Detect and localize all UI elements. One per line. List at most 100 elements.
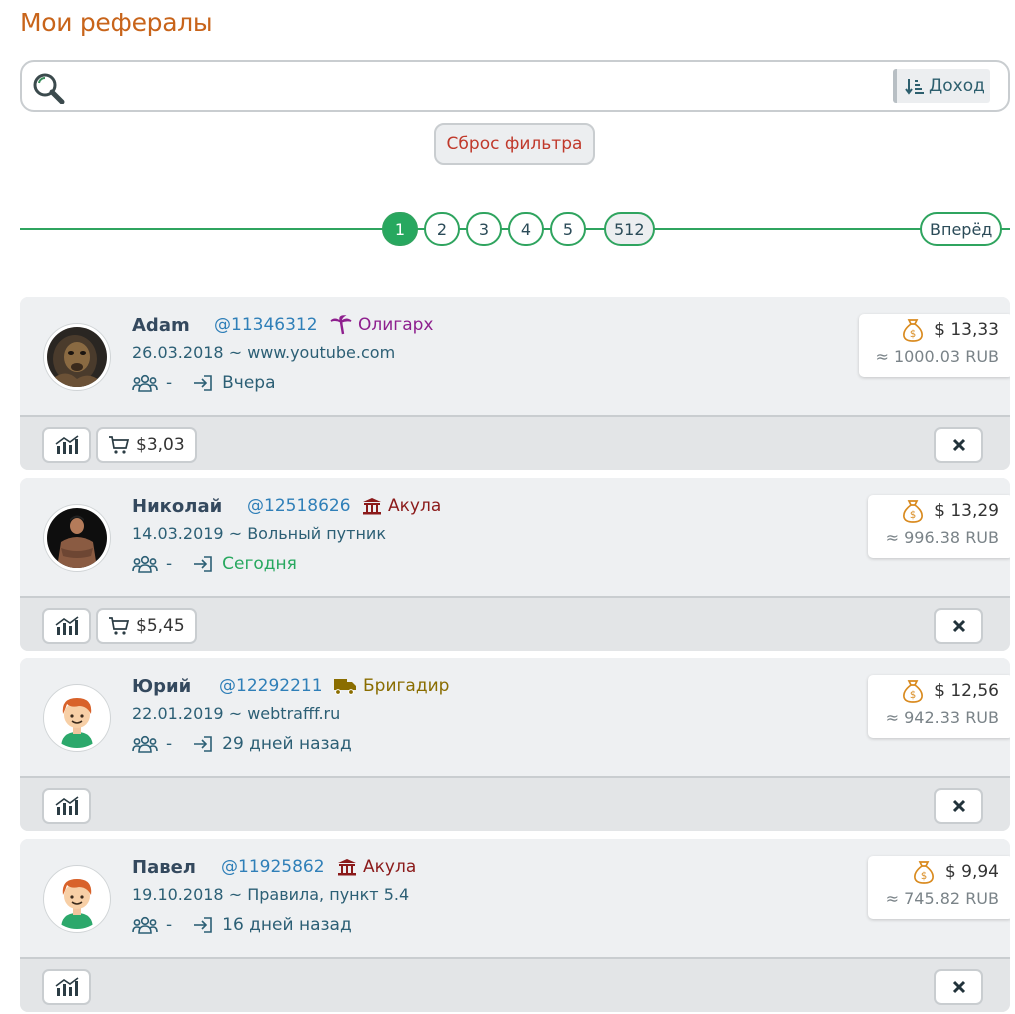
income-usd: $ 9,94 xyxy=(944,862,999,882)
user-id-link[interactable]: @12518626 xyxy=(247,496,351,516)
sort-income-button[interactable]: Доход xyxy=(893,69,990,103)
last-login: Вчера xyxy=(222,373,276,393)
avatar xyxy=(44,866,110,932)
close-icon xyxy=(952,799,965,813)
bank-icon xyxy=(338,859,356,876)
income-rub: ≈ 996.38 RUB xyxy=(885,528,999,547)
last-login: 16 дней назад xyxy=(222,915,352,935)
rank: Олигарх xyxy=(330,315,434,335)
registration-date: 19.10.2018 xyxy=(132,885,224,904)
income-usd: $ 13,33 xyxy=(934,320,999,340)
reset-filter-button[interactable]: Сброс фильтра xyxy=(434,123,595,165)
team-count: - xyxy=(166,915,173,935)
income-rub: ≈ 1000.03 RUB xyxy=(875,347,999,366)
login-icon xyxy=(194,917,212,933)
chart-icon xyxy=(55,616,78,635)
user-id-link[interactable]: @11346312 xyxy=(214,315,318,335)
activity-line: - 16 дней назад xyxy=(132,915,352,935)
registration-source: webtrafff.ru xyxy=(247,704,341,723)
team-count: - xyxy=(166,734,173,754)
remove-button[interactable] xyxy=(934,427,983,463)
registration-info: 14.03.2019 ~ Вольный путник xyxy=(132,524,386,543)
user-name: Adam xyxy=(132,315,190,336)
separator: ~ xyxy=(228,524,248,543)
close-icon xyxy=(952,438,965,452)
registration-info: 26.03.2018 ~ www.youtube.com xyxy=(132,343,395,362)
referral-card: Adam @11346312 Олигарх 26.03.2018 ~ www.… xyxy=(20,297,1010,470)
login-icon xyxy=(194,736,212,752)
referral-card: Николай @12518626 Акула 14.03.2019 ~ Вол… xyxy=(20,478,1010,651)
last-login: Сегодня xyxy=(222,554,297,574)
chart-icon xyxy=(55,435,78,454)
team-icon xyxy=(132,916,158,934)
avatar xyxy=(44,685,110,751)
cart-icon xyxy=(109,436,130,454)
user-id-link[interactable]: @12292211 xyxy=(219,676,323,696)
avatar xyxy=(44,505,110,571)
income-box: $ $ 12,56 ≈ 942.33 RUB xyxy=(868,675,1010,738)
team-icon xyxy=(132,735,158,753)
rank-label: Олигарх xyxy=(358,315,434,335)
page-button-4[interactable]: 4 xyxy=(508,212,544,246)
svg-text:$: $ xyxy=(921,871,927,882)
separator: ~ xyxy=(228,885,248,904)
cart-icon xyxy=(109,617,130,635)
svg-text:$: $ xyxy=(910,510,916,521)
registration-info: 22.01.2019 ~ webtrafff.ru xyxy=(132,704,340,723)
close-icon xyxy=(952,619,965,633)
page-button-1[interactable]: 1 xyxy=(382,212,418,246)
team-count: - xyxy=(166,373,173,393)
registration-source: Вольный путник xyxy=(247,524,386,543)
registration-source: Правила, пункт 5.4 xyxy=(247,885,410,904)
card-actions xyxy=(20,778,1010,831)
card-info: Павел @11925862 Акула 19.10.2018 ~ Прави… xyxy=(20,839,1010,959)
search-icon xyxy=(32,72,66,105)
cart-button[interactable]: $3,03 xyxy=(96,427,197,463)
referral-card: Юрий @12292211 Бригадир 22.01.2019 ~ web… xyxy=(20,658,1010,831)
rank: Акула xyxy=(337,857,416,877)
card-info: Юрий @12292211 Бригадир 22.01.2019 ~ web… xyxy=(20,658,1010,778)
sort-icon xyxy=(905,79,924,95)
card-actions: $5,45 xyxy=(20,598,1010,651)
registration-info: 19.10.2018 ~ Правила, пункт 5.4 xyxy=(132,885,409,904)
rank-label: Бригадир xyxy=(363,676,450,696)
registration-date: 26.03.2018 xyxy=(132,343,224,362)
income-usd: $ 12,56 xyxy=(934,681,999,701)
stats-button[interactable] xyxy=(42,608,91,644)
avatar xyxy=(44,324,110,390)
page-button-3[interactable]: 3 xyxy=(466,212,502,246)
user-name: Юрий xyxy=(132,676,192,697)
truck-icon xyxy=(334,679,356,695)
last-login: 29 дней назад xyxy=(222,734,352,754)
page-button-2[interactable]: 2 xyxy=(424,212,460,246)
login-icon xyxy=(194,375,212,391)
stats-button[interactable] xyxy=(42,788,91,824)
search-input[interactable] xyxy=(78,72,878,102)
cart-button[interactable]: $5,45 xyxy=(96,608,197,644)
stats-button[interactable] xyxy=(42,427,91,463)
close-icon xyxy=(952,980,965,994)
page-title: Мои рефералы xyxy=(20,8,213,37)
sort-label: Доход xyxy=(929,76,985,96)
activity-line: - Вчера xyxy=(132,373,276,393)
team-icon xyxy=(132,555,158,573)
activity-line: - 29 дней назад xyxy=(132,734,352,754)
team-count: - xyxy=(166,554,173,574)
page-button-5[interactable]: 5 xyxy=(550,212,586,246)
remove-button[interactable] xyxy=(934,788,983,824)
card-actions: $3,03 xyxy=(20,417,1010,470)
login-icon xyxy=(194,556,212,572)
user-id-link[interactable]: @11925862 xyxy=(221,857,325,877)
stats-button[interactable] xyxy=(42,969,91,1005)
page-button-last[interactable]: 512 xyxy=(604,212,655,246)
separator: ~ xyxy=(228,704,248,723)
rank: Акула xyxy=(362,496,441,516)
remove-button[interactable] xyxy=(934,608,983,644)
separator: ~ xyxy=(228,343,248,362)
user-name: Николай xyxy=(132,496,223,517)
remove-button[interactable] xyxy=(934,969,983,1005)
next-page-button[interactable]: Вперёд xyxy=(920,212,1003,246)
income-usd: $ 13,29 xyxy=(934,501,999,521)
chart-icon xyxy=(55,977,78,996)
card-info: Adam @11346312 Олигарх 26.03.2018 ~ www.… xyxy=(20,297,1010,417)
